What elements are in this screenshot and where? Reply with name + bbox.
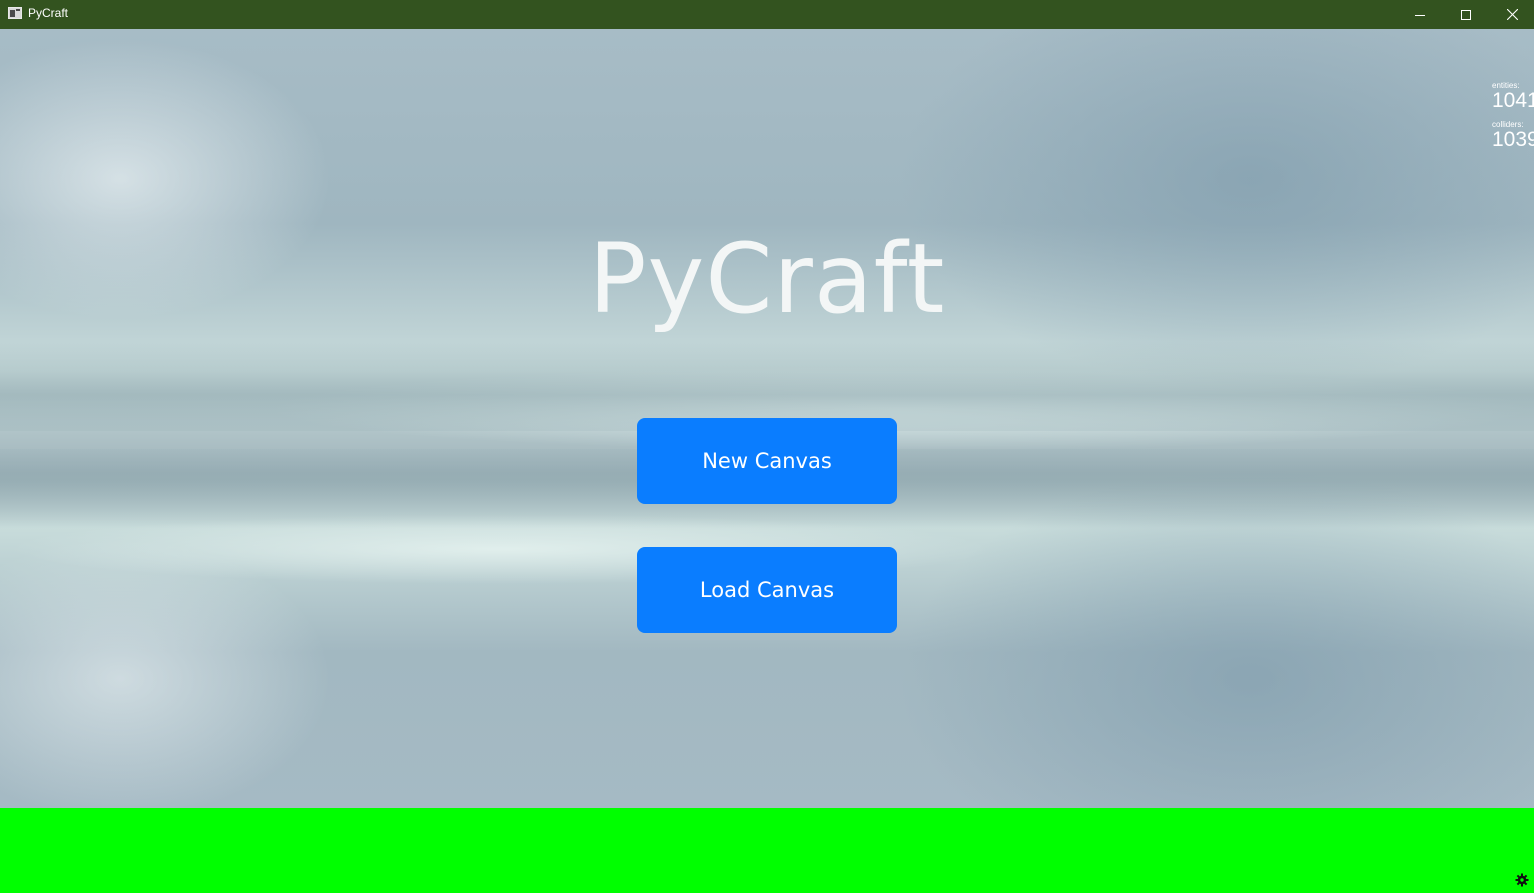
entities-value: 1041 [1492, 89, 1534, 112]
entities-counter: entities: 1041 [1492, 82, 1534, 112]
app-icon [8, 7, 22, 19]
maximize-icon [1461, 9, 1471, 20]
game-viewport: entities: 1041 colliders: 1039 PyCraft N… [0, 29, 1534, 808]
close-icon [1506, 9, 1518, 20]
title-bar[interactable]: PyCraft [0, 0, 1534, 29]
load-canvas-button[interactable]: Load Canvas [637, 547, 897, 633]
bottom-panel [0, 808, 1534, 893]
load-canvas-label: Load Canvas [699, 578, 835, 602]
colliders-value: 1039 [1492, 128, 1534, 151]
colliders-counter: colliders: 1039 [1492, 121, 1534, 151]
gear-icon[interactable] [1515, 873, 1529, 887]
game-title: PyCraft [588, 223, 946, 335]
window-title: PyCraft [28, 6, 69, 20]
app-window: PyCraft entities: 1041 colliders: 1039 P… [0, 0, 1534, 893]
new-canvas-button[interactable]: New Canvas [637, 418, 897, 504]
close-button[interactable] [1489, 0, 1534, 29]
maximize-button[interactable] [1443, 0, 1489, 29]
new-canvas-label: New Canvas [702, 449, 832, 473]
minimize-icon [1415, 14, 1425, 16]
minimize-button[interactable] [1397, 0, 1443, 29]
